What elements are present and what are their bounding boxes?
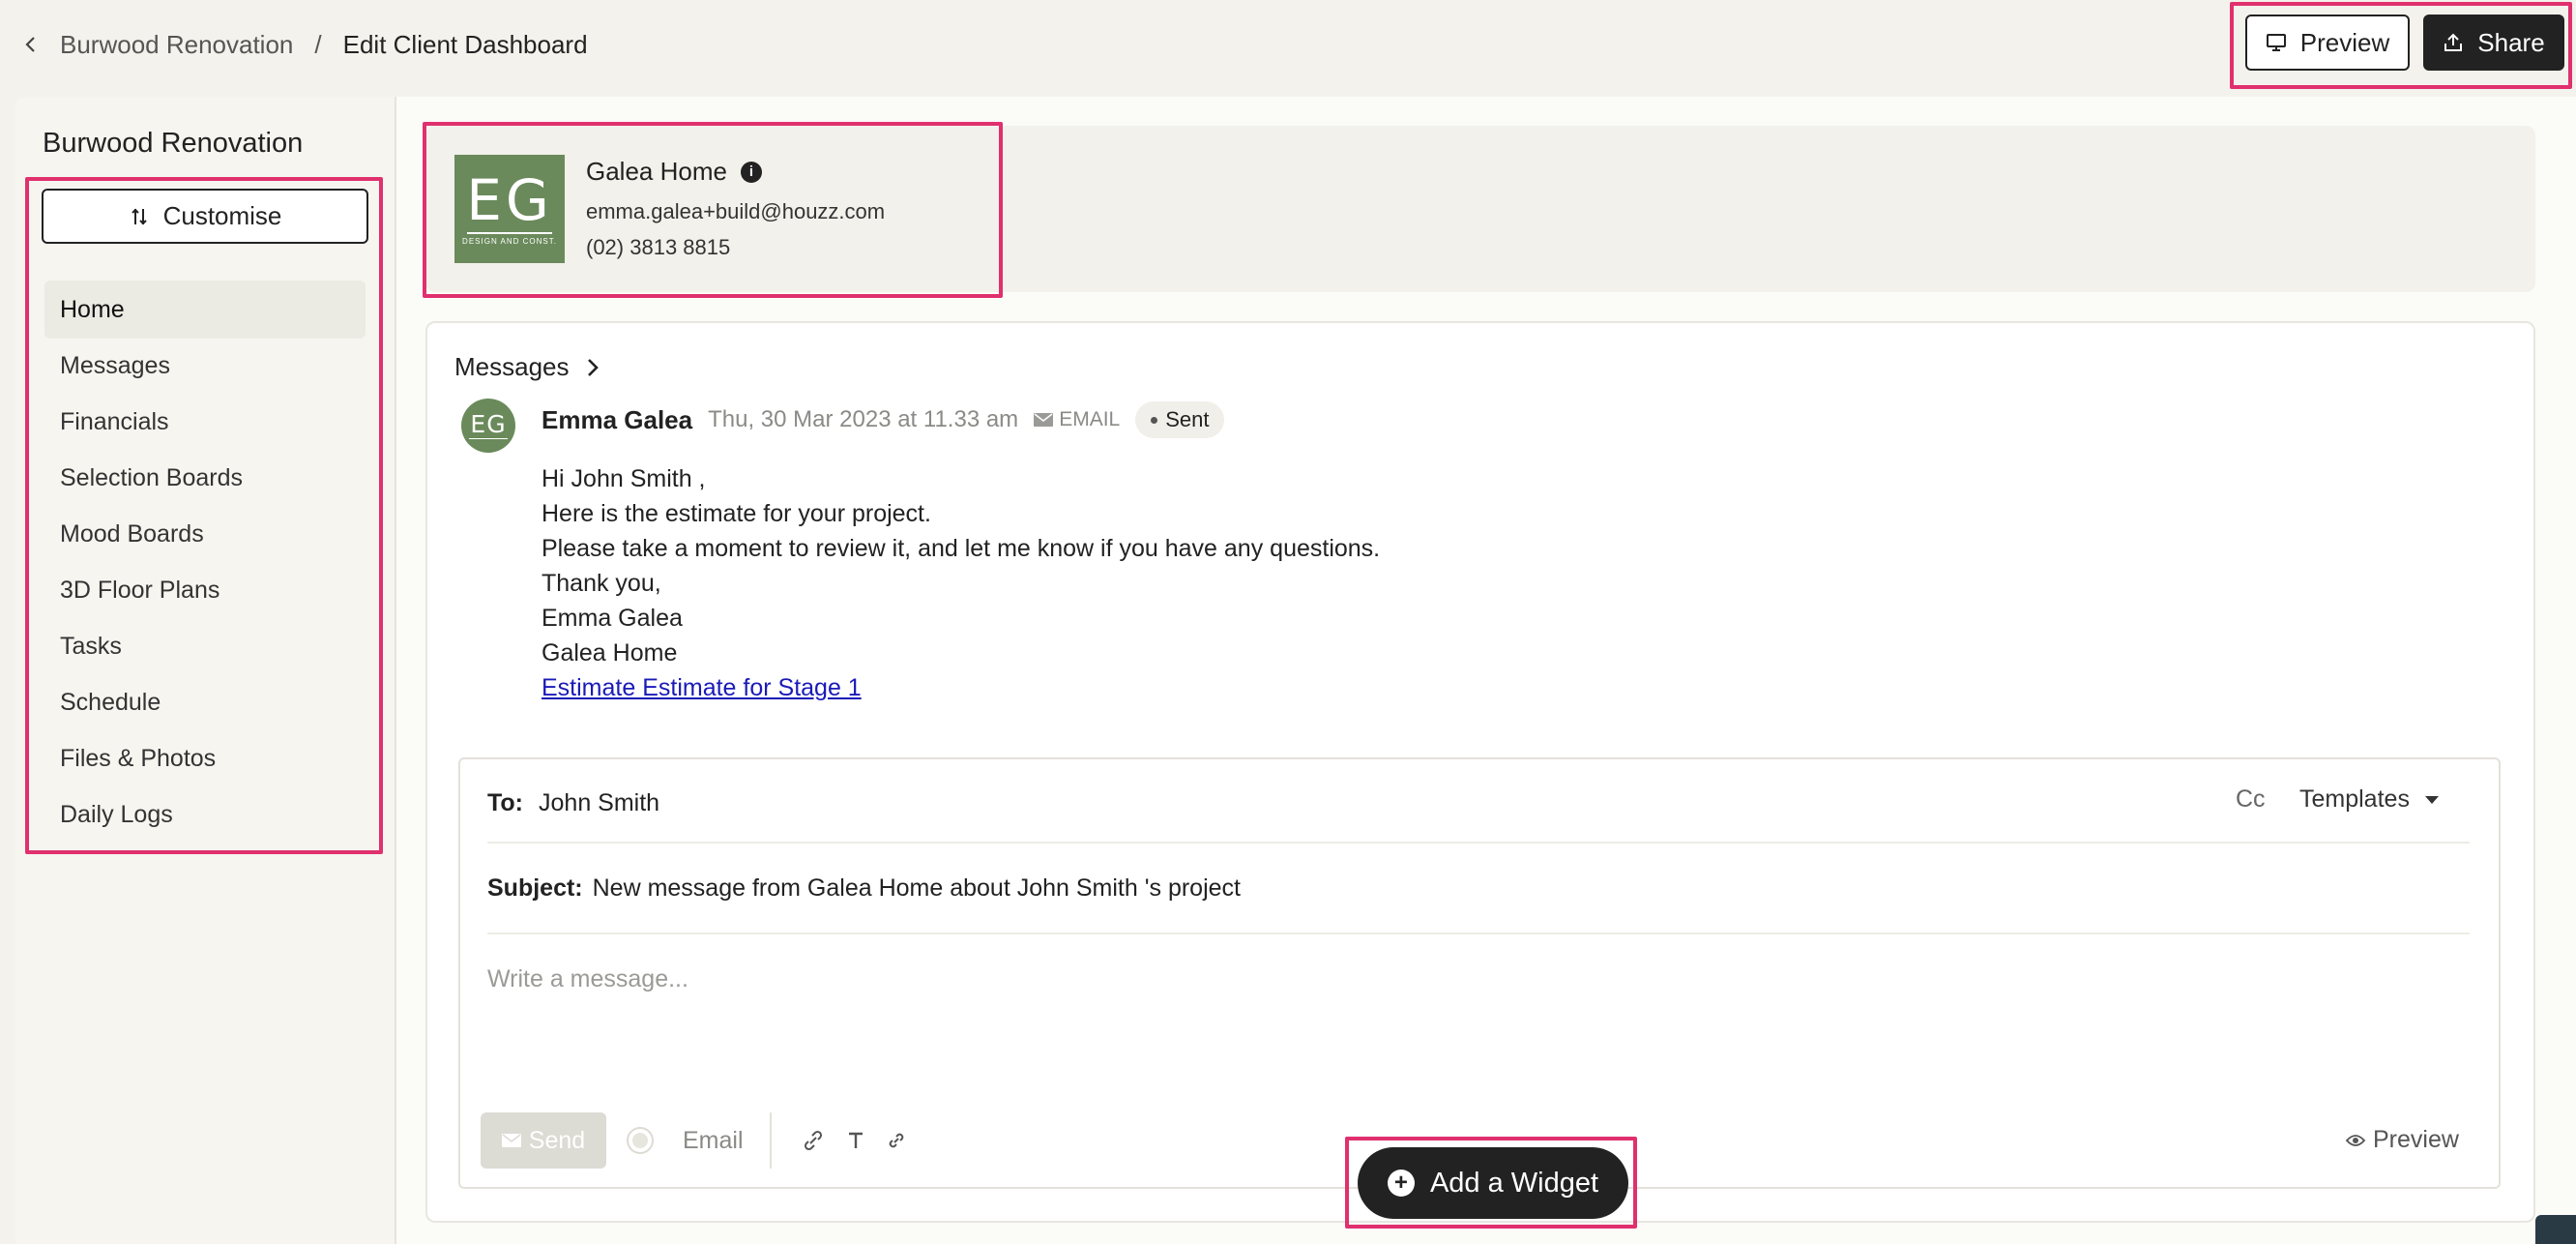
customise-button-label: Customise	[162, 201, 282, 230]
share-icon	[2444, 33, 2463, 51]
caret-down-icon	[2424, 795, 2439, 804]
subject-row: Subject: New message from Galea Home abo…	[487, 867, 1241, 909]
toolbar-divider	[770, 1112, 772, 1169]
sidebar-item-daily-logs[interactable]: Daily Logs	[44, 785, 366, 844]
subject-field[interactable]: New message from Galea Home about John S…	[593, 874, 1241, 903]
monitor-icon	[2266, 34, 2286, 51]
composer-preview-button[interactable]: Preview	[2346, 1126, 2459, 1154]
logo-initials: EG	[466, 166, 553, 233]
sidebar-item-files-photos[interactable]: Files & Photos	[44, 729, 366, 787]
logo-rule	[467, 231, 552, 234]
message-body: Hi John Smith , Here is the estimate for…	[542, 461, 1380, 705]
sidebar-title: Burwood Renovation	[43, 128, 304, 159]
add-widget-label: Add a Widget	[1429, 1167, 1599, 1199]
help-widget-icon[interactable]	[2535, 1215, 2576, 1244]
logo-subtext: DESIGN AND CONST.	[462, 236, 557, 246]
preview-button[interactable]: Preview	[2245, 15, 2410, 71]
message-line: Emma Galea	[542, 605, 683, 632]
divider	[487, 933, 2470, 934]
company-email: emma.galea+build@houzz.com	[586, 199, 886, 223]
message-sender: Emma Galea	[542, 404, 693, 434]
message-line: Hi John Smith ,	[542, 465, 706, 492]
avatar: EG	[461, 399, 515, 453]
message-channel: EMAIL	[1034, 408, 1120, 431]
estimate-link[interactable]: Estimate Estimate for Stage 1	[542, 674, 862, 701]
radio-dot	[632, 1133, 648, 1148]
breadcrumb-separator: /	[314, 29, 322, 59]
company-logo: EG DESIGN AND CONST.	[454, 155, 565, 263]
to-field[interactable]: John Smith	[539, 789, 659, 817]
email-option-label: Email	[683, 1127, 744, 1154]
composer-preview-label: Preview	[2373, 1126, 2459, 1153]
company-name-text: Galea Home	[586, 157, 727, 186]
sidebar-item-messages[interactable]: Messages	[44, 337, 366, 395]
sidebar-item-schedule[interactable]: Schedule	[44, 673, 366, 731]
add-widget-button[interactable]: + Add a Widget	[1358, 1147, 1628, 1219]
message-timestamp: Thu, 30 Mar 2023 at 11.33 am	[708, 406, 1019, 432]
text-format-icon[interactable]	[843, 1128, 868, 1153]
message-meta: Emma Galea Thu, 30 Mar 2023 at 11.33 am …	[542, 399, 1225, 441]
chevron-left-icon[interactable]	[21, 35, 41, 54]
sidebar-item-3d-floor-plans[interactable]: 3D Floor Plans	[44, 561, 366, 619]
chevron-right-icon	[587, 358, 599, 376]
mail-icon	[501, 1134, 521, 1147]
attachment-icon[interactable]	[801, 1128, 826, 1153]
sidebar-item-selection-boards[interactable]: Selection Boards	[44, 449, 366, 507]
sidebar-item-financials[interactable]: Financials	[44, 393, 366, 451]
link-icon[interactable]	[884, 1128, 909, 1153]
eye-icon	[2346, 1134, 2365, 1146]
info-icon[interactable]: i	[740, 161, 762, 183]
templates-label: Templates	[2299, 785, 2410, 813]
breadcrumb: Burwood Renovation / Edit Client Dashboa…	[21, 25, 588, 64]
company-name: Galea Home i	[586, 157, 762, 187]
cc-button[interactable]: Cc	[2236, 785, 2266, 814]
page-title: Edit Client Dashboard	[342, 29, 588, 59]
message-line: Here is the estimate for your project.	[542, 500, 931, 527]
email-radio[interactable]	[627, 1127, 654, 1154]
send-button-label: Send	[528, 1126, 586, 1154]
messages-heading-label: Messages	[454, 352, 570, 381]
message-line: Thank you,	[542, 570, 661, 597]
plus-circle-icon: +	[1387, 1170, 1415, 1197]
top-bar: Burwood Renovation / Edit Client Dashboa…	[0, 0, 2576, 89]
message-channel-label: EMAIL	[1059, 408, 1121, 430]
company-phone: (02) 3813 8815	[586, 235, 731, 259]
status-dot	[1151, 416, 1158, 424]
sidebar-item-home[interactable]: Home	[44, 281, 366, 339]
to-label: To:	[487, 788, 524, 816]
breadcrumb-parent[interactable]: Burwood Renovation	[60, 30, 293, 60]
preview-button-label: Preview	[2299, 27, 2390, 57]
message-input[interactable]	[487, 960, 2460, 998]
message-line: Please take a moment to review it, and l…	[542, 535, 1381, 562]
mail-icon	[1034, 413, 1054, 427]
templates-dropdown[interactable]: Templates	[2299, 785, 2439, 814]
sidebar-nav: Home Messages Financials Selection Board…	[44, 281, 366, 842]
avatar-rule	[469, 437, 508, 439]
sliders-icon	[131, 208, 147, 224]
divider	[487, 842, 2470, 844]
sidebar-item-tasks[interactable]: Tasks	[44, 617, 366, 675]
share-button[interactable]: Share	[2423, 15, 2564, 71]
status-badge-label: Sent	[1165, 407, 1210, 431]
to-row: To: John Smith	[487, 782, 659, 824]
share-button-label: Share	[2477, 27, 2545, 57]
message-line: Galea Home	[542, 639, 678, 666]
customise-button[interactable]: Customise	[42, 189, 368, 244]
messages-heading[interactable]: Messages	[454, 352, 600, 382]
send-button[interactable]: Send	[481, 1112, 606, 1169]
status-badge: Sent	[1135, 401, 1225, 438]
avatar-initials: EG	[470, 409, 507, 438]
subject-label: Subject:	[487, 874, 583, 902]
sidebar-item-mood-boards[interactable]: Mood Boards	[44, 505, 366, 563]
